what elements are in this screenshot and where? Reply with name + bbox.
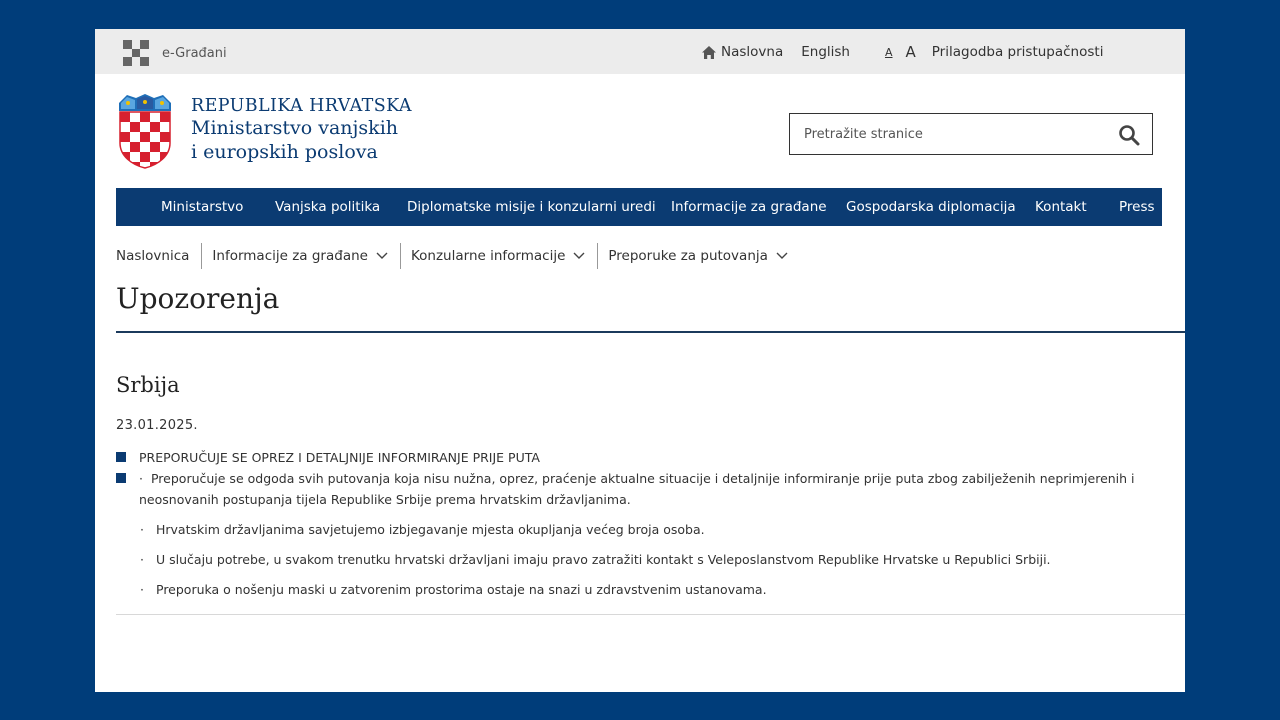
- list-item: PREPORUČUJE SE OPREZ I DETALJNIJE INFORM…: [116, 447, 1181, 468]
- search-icon[interactable]: [1118, 124, 1140, 146]
- square-bullet-icon: [116, 452, 126, 462]
- chevron-down-icon[interactable]: [376, 252, 388, 260]
- search-input[interactable]: [790, 114, 1090, 154]
- home-label: Naslovna: [721, 44, 784, 60]
- nav-item-diplomatske-misije[interactable]: Diplomatske misije i konzularni uredi: [407, 199, 656, 215]
- section-title: Srbija: [116, 373, 180, 397]
- advice-text: Hrvatskim državljanima savjetujemo izbje…: [156, 522, 705, 537]
- home-link[interactable]: Naslovna: [701, 44, 783, 60]
- ministry-name-line3: i europskih poslova: [191, 141, 378, 163]
- croatian-coat-of-arms-icon: [119, 94, 171, 169]
- warning-content: PREPORUČUJE SE OPREZ I DETALJNIJE INFORM…: [116, 447, 1181, 600]
- font-size-large-button[interactable]: A: [906, 43, 916, 61]
- breadcrumb-item-informacije[interactable]: Informacije za građane: [212, 248, 388, 264]
- nav-item-informacije-za-gradane[interactable]: Informacije za građane: [671, 199, 827, 215]
- egradani-link[interactable]: e-Građani: [123, 40, 227, 66]
- utility-bar: e-Građani Naslovna English A A Prilagodb…: [95, 29, 1185, 74]
- title-divider: [116, 331, 1185, 333]
- dot-bullet: ·: [140, 582, 144, 597]
- nav-item-vanjska-politika[interactable]: Vanjska politika: [275, 199, 380, 215]
- ministry-name: REPUBLIKA HRVATSKA Ministarstvo vanjskih…: [191, 96, 412, 169]
- dot-bullet: ·: [140, 522, 144, 537]
- breadcrumb-item-naslovnica[interactable]: Naslovnica: [116, 248, 189, 264]
- nav-item-kontakt[interactable]: Kontakt: [1035, 199, 1087, 215]
- chevron-down-icon[interactable]: [776, 252, 788, 260]
- egradani-label: e-Građani: [162, 45, 227, 61]
- list-item: · Preporučuje se odgoda svih putovanja ko…: [116, 468, 1181, 510]
- chevron-down-icon[interactable]: [573, 252, 585, 260]
- home-icon: [702, 45, 716, 59]
- content-divider: [116, 614, 1185, 615]
- ministry-name-line2: Ministarstvo vanjskih: [191, 117, 399, 139]
- dot-bullet: ·: [139, 471, 143, 486]
- list-item: · Hrvatskim državljanima savjetujemo izb…: [116, 519, 1181, 540]
- nav-item-press[interactable]: Press: [1119, 199, 1155, 215]
- breadcrumb-label: Preporuke za putovanja: [608, 248, 768, 264]
- list-item: · U slučaju potrebe, u svakom trenutku h…: [116, 549, 1181, 570]
- breadcrumb-item-konzularne[interactable]: Konzularne informacije: [411, 248, 585, 264]
- advice-text: U slučaju potrebe, u svakom trenutku hrv…: [156, 552, 1051, 567]
- ministry-name-line1: REPUBLIKA HRVATSKA: [191, 96, 412, 116]
- nav-item-ministarstvo[interactable]: Ministarstvo: [161, 199, 243, 215]
- warning-text: Preporučuje se odgoda svih putovanja koj…: [139, 471, 1135, 507]
- breadcrumb-label: Informacije za građane: [212, 248, 368, 264]
- breadcrumb: Naslovnica Informacije za građane Konzul…: [116, 242, 788, 270]
- ministry-logo[interactable]: REPUBLIKA HRVATSKA Ministarstvo vanjskih…: [117, 93, 412, 169]
- breadcrumb-divider: [201, 243, 203, 269]
- breadcrumb-label: Konzularne informacije: [410, 248, 566, 264]
- breadcrumb-item-preporuke[interactable]: Preporuke za putovanja: [608, 248, 788, 264]
- breadcrumb-divider: [399, 243, 401, 269]
- breadcrumb-divider: [597, 243, 599, 269]
- square-bullet-icon: [116, 473, 126, 483]
- page-title: Upozorenja: [116, 282, 280, 315]
- accessibility-link[interactable]: Prilagodba pristupačnosti: [932, 44, 1104, 60]
- main-navigation: Ministarstvo Vanjska politika Diplomatsk…: [116, 188, 1162, 226]
- advice-text: Preporuka o nošenju maski u zatvorenim p…: [156, 582, 767, 597]
- list-item: · Preporuka o nošenju maski u zatvorenim…: [116, 579, 1181, 600]
- search-box: [789, 113, 1153, 155]
- font-size-small-button[interactable]: A: [885, 46, 893, 59]
- dot-bullet: ·: [140, 552, 144, 567]
- egradani-icon: [123, 40, 149, 66]
- top-links: Naslovna English A A Prilagodba pristupa…: [701, 43, 1103, 61]
- publish-date: 23.01.2025.: [116, 418, 198, 433]
- page-container: e-Građani Naslovna English A A Prilagodb…: [95, 29, 1185, 692]
- nav-item-gospodarska-diplomacija[interactable]: Gospodarska diplomacija: [846, 199, 1016, 215]
- english-link[interactable]: English: [801, 44, 850, 60]
- warning-heading: PREPORUČUJE SE OPREZ I DETALJNIJE INFORM…: [139, 450, 540, 465]
